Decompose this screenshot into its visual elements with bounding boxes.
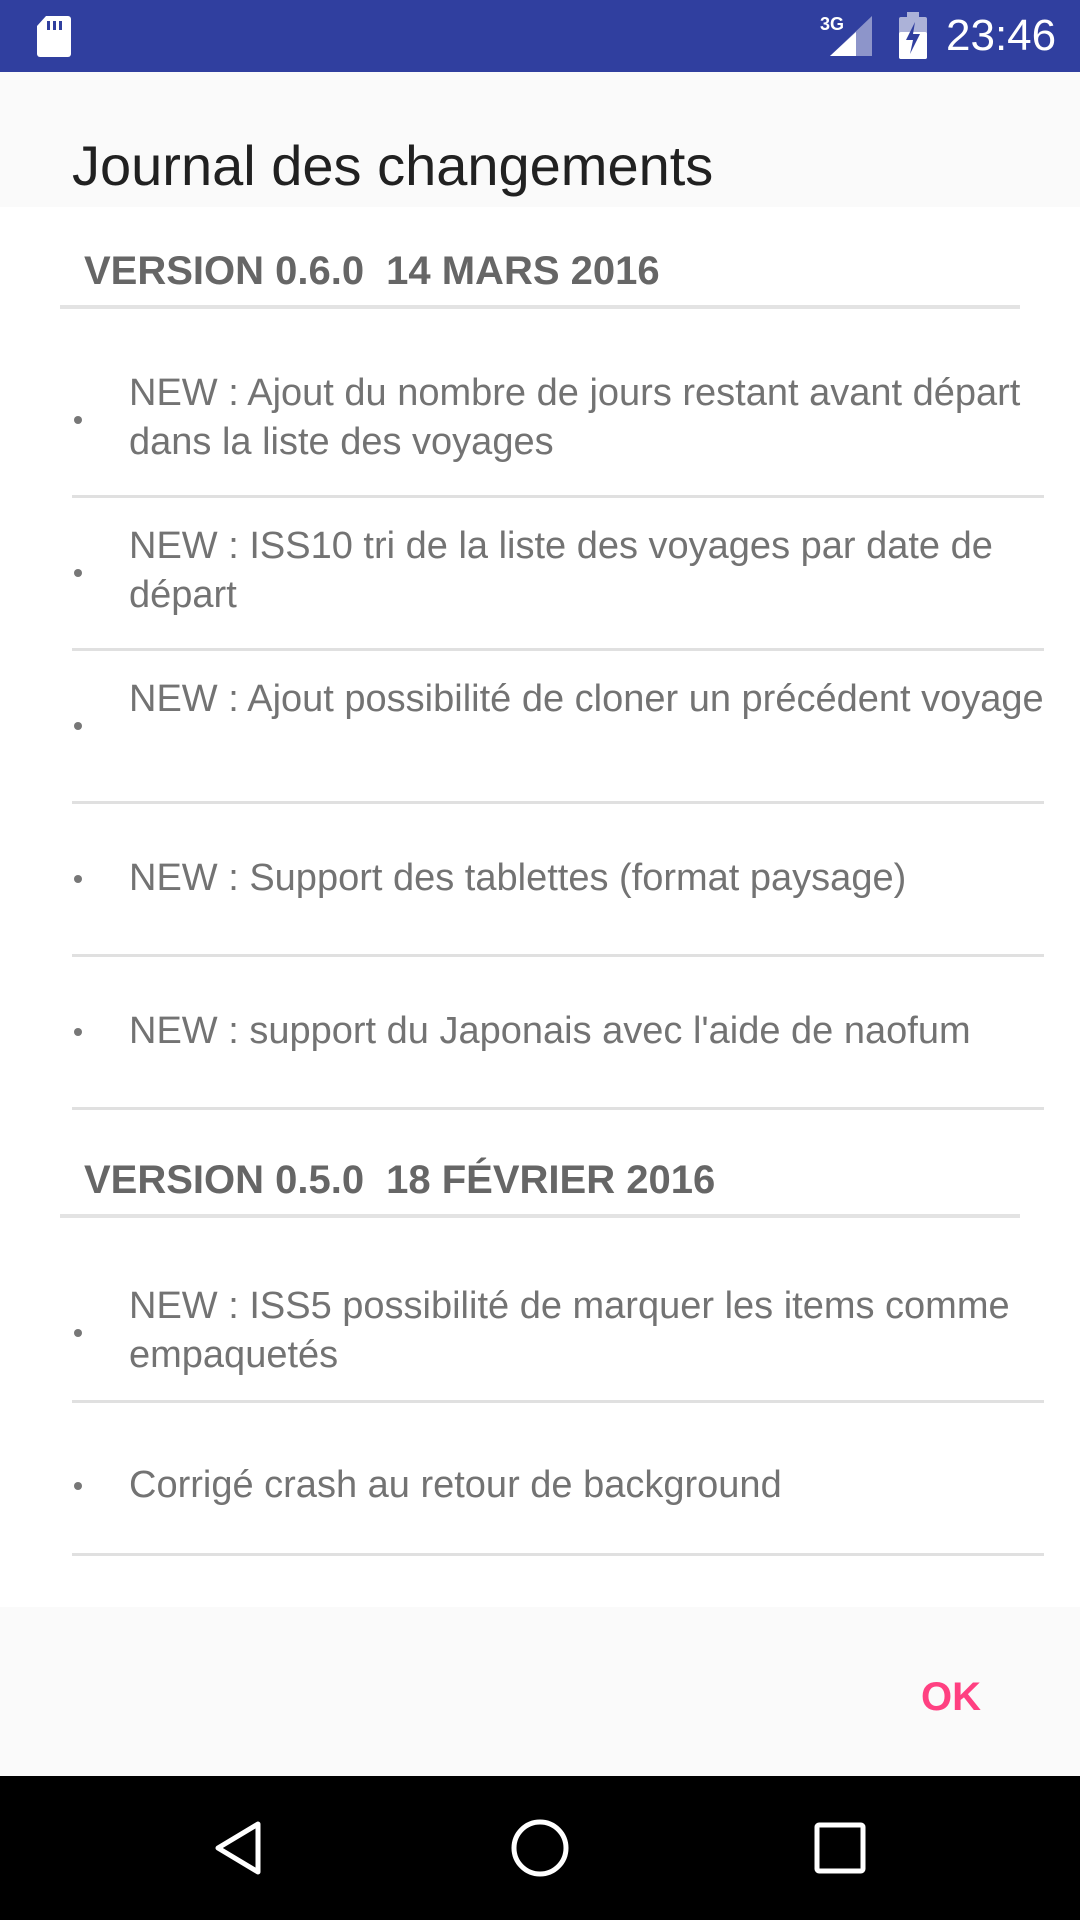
version-header: VERSION 0.5.0 18 FÉVRIER 2016 xyxy=(60,1150,1020,1218)
version-number: VERSION 0.5.0 xyxy=(84,1158,365,1202)
change-text: NEW : Support des tablettes (format pays… xyxy=(129,857,907,899)
version-date: 14 MARS 2016 xyxy=(386,249,660,293)
bullet-icon xyxy=(74,875,82,883)
change-text: NEW : ISS5 possibilité de marquer les it… xyxy=(129,1285,1010,1376)
back-icon[interactable] xyxy=(200,1808,280,1888)
version-header: VERSION 0.6.0 14 MARS 2016 xyxy=(60,241,1020,309)
home-icon[interactable] xyxy=(500,1808,580,1888)
list-item: NEW : ISS10 tri de la liste des voyages … xyxy=(72,498,1044,651)
sd-card-icon xyxy=(37,16,71,57)
ok-button[interactable]: OK xyxy=(896,1657,1006,1737)
change-text: Corrigé crash au retour de background xyxy=(129,1464,782,1506)
list-item: NEW : support du Japonais avec l'aide de… xyxy=(72,957,1044,1110)
bullet-icon xyxy=(74,1329,82,1337)
svg-text:3G: 3G xyxy=(820,14,844,34)
navigation-bar xyxy=(0,1776,1080,1920)
signal-3g-icon: 3G xyxy=(820,14,872,56)
bullet-icon xyxy=(74,416,82,424)
version-number: VERSION 0.6.0 xyxy=(84,249,365,293)
dialog-header: Journal des changements xyxy=(0,72,1080,207)
list-item: NEW : ISS5 possibilité de marquer les it… xyxy=(72,1250,1044,1403)
bullet-icon xyxy=(74,569,82,577)
change-text: NEW : support du Japonais avec l'aide de… xyxy=(129,1010,971,1052)
changelog-list[interactable]: VERSION 0.6.0 14 MARS 2016 NEW : Ajout du… xyxy=(0,207,1080,1607)
battery-charging-icon xyxy=(899,12,927,59)
clock: 23:46 xyxy=(946,11,1057,60)
change-text: NEW : ISS10 tri de la liste des voyages … xyxy=(129,525,993,616)
recents-icon[interactable] xyxy=(800,1808,880,1888)
dialog-title: Journal des changements xyxy=(72,134,714,197)
dialog-actions: OK xyxy=(0,1607,1080,1775)
bullet-icon xyxy=(74,722,82,730)
list-item: Corrigé crash au retour de background xyxy=(72,1403,1044,1556)
version-date: 18 FÉVRIER 2016 xyxy=(386,1158,716,1202)
list-item: NEW : Support des tablettes (format pays… xyxy=(72,804,1044,957)
bullet-icon xyxy=(74,1482,82,1490)
list-item: NEW : Ajout possibilité de cloner un pré… xyxy=(72,651,1044,804)
change-text: NEW : Ajout possibilité de cloner un pré… xyxy=(129,678,1044,720)
list-item: NEW : Ajout du nombre de jours restant a… xyxy=(72,345,1044,498)
change-text: NEW : Ajout du nombre de jours restant a… xyxy=(129,372,1021,463)
status-bar: 3G 23:46 xyxy=(0,0,1080,72)
bullet-icon xyxy=(74,1028,82,1036)
